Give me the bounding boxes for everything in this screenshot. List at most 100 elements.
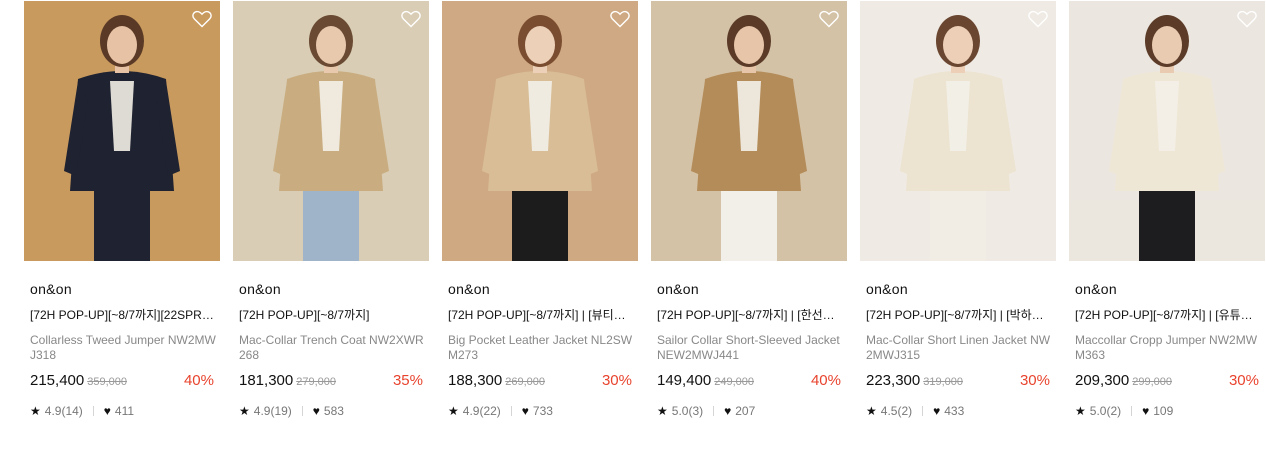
- like-count: 207: [735, 404, 756, 418]
- model-face: [107, 26, 137, 64]
- product-grid: on&on [72H POP-UP][~8/7까지][22SPR… Collar…: [0, 0, 1266, 471]
- product-image[interactable]: [233, 1, 429, 261]
- original-price: 279,000: [296, 376, 336, 388]
- like-count: 411: [114, 404, 135, 418]
- product-info: on&on [72H POP-UP][~8/7까지] | [유튜… Maccol…: [1075, 279, 1263, 419]
- like-count: 733: [532, 404, 553, 418]
- brand-name[interactable]: on&on: [866, 279, 1054, 299]
- discount-rate: 35%: [392, 372, 423, 389]
- heart-icon: ♥: [724, 404, 732, 418]
- like-count: 583: [323, 404, 344, 418]
- promo-tag: [72H POP-UP][~8/7까지]: [239, 308, 370, 322]
- heart-icon: ♥: [1142, 404, 1150, 418]
- review-meta: ★ 4.9(22) ♥ 733: [448, 403, 636, 419]
- product-info: on&on [72H POP-UP][~8/7까지][22SPR… Collar…: [30, 279, 218, 419]
- product-name[interactable]: Sailor Collar Short-Sleeved Jacket NEW2M…: [657, 333, 845, 363]
- sale-price: 215,400: [30, 372, 85, 389]
- product-name[interactable]: Big Pocket Leather Jacket NL2SWM273: [448, 333, 636, 363]
- sailor-jacket-photo: [651, 1, 847, 261]
- price-row: 188,300 269,000 30%: [448, 371, 636, 391]
- product-image[interactable]: [651, 1, 847, 261]
- rating-value: 4.9(19): [253, 404, 292, 418]
- model-face: [316, 26, 346, 64]
- product-card[interactable]: on&on [72H POP-UP][~8/7까지] | [유튜… Maccol…: [1069, 0, 1265, 471]
- product-name[interactable]: Mac-Collar Short Linen Jacket NW2MWJ315: [866, 333, 1054, 363]
- product-card[interactable]: on&on [72H POP-UP][~8/7까지] | [한선… Sailor…: [651, 0, 847, 471]
- product-card[interactable]: on&on [72H POP-UP][~8/7까지] Mac-Collar Tr…: [233, 0, 429, 471]
- discount-rate: 40%: [810, 372, 841, 389]
- rating-value: 5.0(3): [671, 404, 704, 418]
- product-card[interactable]: on&on [72H POP-UP][~8/7까지] | [뷰티… Big Po…: [442, 0, 638, 471]
- brand-name[interactable]: on&on: [1075, 279, 1263, 299]
- rating-value: 4.9(22): [462, 404, 501, 418]
- promo-tag: [72H POP-UP][~8/7까지] | [유튜…: [1075, 308, 1253, 322]
- product-image[interactable]: [860, 1, 1056, 261]
- sale-price: 223,300: [866, 372, 921, 389]
- cropp-jumper-photo: [1069, 1, 1265, 261]
- promo-tag: [72H POP-UP][~8/7까지] | [한선…: [657, 308, 835, 322]
- brand-name[interactable]: on&on: [448, 279, 636, 299]
- heart-icon: ♥: [521, 404, 529, 418]
- review-meta: ★ 5.0(2) ♥ 109: [1075, 403, 1263, 419]
- price-row: 209,300 299,000 30%: [1075, 371, 1263, 391]
- product-image[interactable]: [442, 1, 638, 261]
- brand-name[interactable]: on&on: [657, 279, 845, 299]
- divider: [1131, 406, 1133, 416]
- sale-price: 181,300: [239, 372, 294, 389]
- product-info: on&on [72H POP-UP][~8/7까지] | [한선… Sailor…: [657, 279, 845, 419]
- brand-name[interactable]: on&on: [239, 279, 427, 299]
- product-name[interactable]: Collarless Tweed Jumper NW2MWJ318: [30, 333, 218, 363]
- product-card[interactable]: on&on [72H POP-UP][~8/7까지] | [박하… Mac-Co…: [860, 0, 1056, 471]
- price-row: 223,300 319,000 30%: [866, 371, 1054, 391]
- product-name[interactable]: Mac-Collar Trench Coat NW2XWR268: [239, 333, 427, 363]
- garment-inner: [1155, 81, 1179, 151]
- garment-inner: [528, 81, 552, 151]
- original-price: 299,000: [1132, 376, 1172, 388]
- product-image[interactable]: [1069, 1, 1265, 261]
- promo-tag: [72H POP-UP][~8/7까지][22SPR…: [30, 308, 214, 322]
- star-icon: ★: [448, 404, 459, 418]
- heart-icon: ♥: [312, 404, 320, 418]
- rating-value: 5.0(2): [1089, 404, 1122, 418]
- model-face: [525, 26, 555, 64]
- discount-rate: 30%: [1019, 372, 1050, 389]
- star-icon: ★: [30, 404, 41, 418]
- divider: [92, 406, 94, 416]
- price-row: 149,400 249,000 40%: [657, 371, 845, 391]
- brand-name[interactable]: on&on: [30, 279, 218, 299]
- product-name[interactable]: Maccollar Cropp Jumper NW2MWM363: [1075, 333, 1263, 363]
- price-row: 215,400 359,000 40%: [30, 371, 218, 391]
- original-price: 359,000: [87, 376, 127, 388]
- product-card[interactable]: on&on [72H POP-UP][~8/7까지][22SPR… Collar…: [24, 0, 220, 471]
- promo-tag: [72H POP-UP][~8/7까지] | [뷰티…: [448, 308, 626, 322]
- product-info: on&on [72H POP-UP][~8/7까지] Mac-Collar Tr…: [239, 279, 427, 419]
- star-icon: ★: [657, 404, 668, 418]
- review-meta: ★ 4.9(14) ♥ 411: [30, 403, 218, 419]
- promo-tag: [72H POP-UP][~8/7까지] | [박하…: [866, 308, 1044, 322]
- wishlist-heart-icon[interactable]: [610, 10, 630, 28]
- wishlist-heart-icon[interactable]: [192, 10, 212, 28]
- model-face: [1152, 26, 1182, 64]
- sale-price: 209,300: [1075, 372, 1130, 389]
- original-price: 319,000: [923, 376, 963, 388]
- price-row: 181,300 279,000 35%: [239, 371, 427, 391]
- product-image[interactable]: [24, 1, 220, 261]
- rating-value: 4.9(14): [44, 404, 83, 418]
- trench-coat-photo: [233, 1, 429, 261]
- heart-icon: ♥: [933, 404, 941, 418]
- product-info: on&on [72H POP-UP][~8/7까지] | [박하… Mac-Co…: [866, 279, 1054, 419]
- star-icon: ★: [866, 404, 877, 418]
- discount-rate: 30%: [601, 372, 632, 389]
- wishlist-heart-icon[interactable]: [1028, 10, 1048, 28]
- model-face: [943, 26, 973, 64]
- garment-inner: [946, 81, 970, 151]
- wishlist-heart-icon[interactable]: [401, 10, 421, 28]
- divider: [922, 406, 924, 416]
- sale-price: 188,300: [448, 372, 503, 389]
- divider: [301, 406, 303, 416]
- like-count: 433: [944, 404, 965, 418]
- wishlist-heart-icon[interactable]: [1237, 10, 1257, 28]
- product-info: on&on [72H POP-UP][~8/7까지] | [뷰티… Big Po…: [448, 279, 636, 419]
- wishlist-heart-icon[interactable]: [819, 10, 839, 28]
- like-count: 109: [1153, 404, 1174, 418]
